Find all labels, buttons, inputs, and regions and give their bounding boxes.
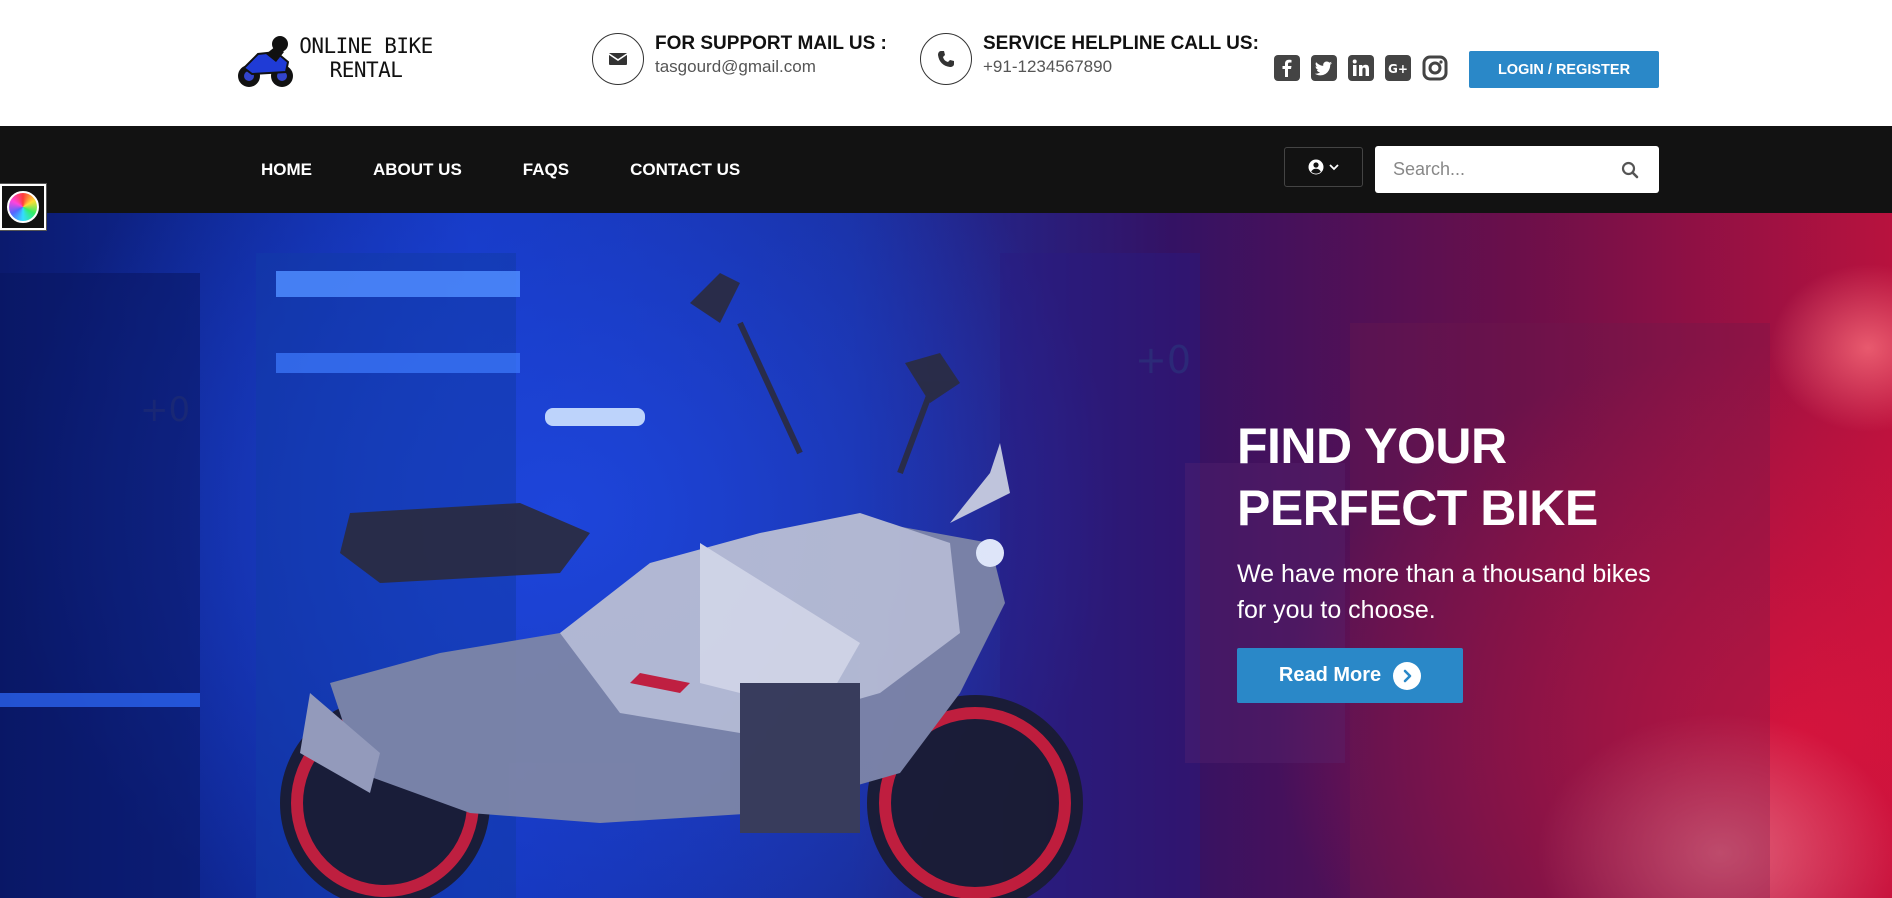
hero-subtitle: We have more than a thousand bikes for y…: [1237, 560, 1651, 624]
site-logo[interactable]: ONLINE BIKE RENTAL: [236, 28, 433, 90]
nav-item-home[interactable]: HOME: [261, 160, 312, 180]
top-header: ONLINE BIKE RENTAL FOR SUPPORT MAIL US :…: [0, 0, 1892, 126]
hero-headline-line1: FIND YOUR: [1237, 418, 1507, 474]
logo-text: ONLINE BIKE RENTAL: [299, 34, 433, 82]
user-circle-icon: [1308, 159, 1324, 175]
hero-headline: FIND YOUR PERFECT BIKE: [1237, 415, 1637, 539]
social-links: G+: [1273, 54, 1449, 82]
helpline-title: SERVICE HELPLINE CALL US:: [983, 33, 1259, 54]
instagram-icon[interactable]: [1421, 54, 1449, 82]
support-title: FOR SUPPORT MAIL US :: [655, 33, 887, 54]
login-register-button[interactable]: LOGIN / REGISTER: [1469, 51, 1659, 88]
helpline-number[interactable]: +91-1234567890: [983, 57, 1112, 77]
motorbike-logo-icon: [238, 36, 293, 87]
facebook-icon[interactable]: [1273, 54, 1301, 82]
google-plus-icon[interactable]: G+: [1384, 54, 1412, 82]
nav-menu: HOME ABOUT US FAQS CONTACT US: [261, 126, 801, 213]
svg-text:+0: +0: [1135, 338, 1191, 382]
svg-text:+0: +0: [140, 390, 190, 430]
phone-icon: [920, 33, 972, 85]
search-box: [1375, 146, 1659, 193]
chevron-down-icon: [1329, 164, 1339, 171]
user-menu-dropdown[interactable]: [1284, 147, 1363, 187]
nav-item-faqs[interactable]: FAQS: [523, 160, 569, 180]
color-wheel-icon: [7, 191, 39, 223]
envelope-icon: [592, 33, 644, 85]
arrow-circle-right-icon: [1393, 661, 1422, 690]
read-more-button[interactable]: Read More: [1237, 648, 1463, 703]
support-email[interactable]: tasgourd@gmail.com: [655, 57, 816, 77]
nav-item-contact-us[interactable]: CONTACT US: [630, 160, 740, 180]
hero-headline-line2: PERFECT BIKE: [1237, 480, 1598, 536]
nav-item-about-us[interactable]: ABOUT US: [373, 160, 462, 180]
color-switcher-button[interactable]: [0, 183, 47, 231]
linkedin-icon[interactable]: [1347, 54, 1375, 82]
read-more-label: Read More: [1278, 664, 1382, 686]
hero-banner: +0 +0 FIND YOUR PERFECT BIKE We have mor…: [0, 213, 1892, 898]
search-input[interactable]: [1375, 146, 1615, 193]
search-icon[interactable]: [1619, 159, 1641, 181]
svg-text:G+: G+: [1388, 62, 1408, 76]
twitter-icon[interactable]: [1310, 54, 1338, 82]
